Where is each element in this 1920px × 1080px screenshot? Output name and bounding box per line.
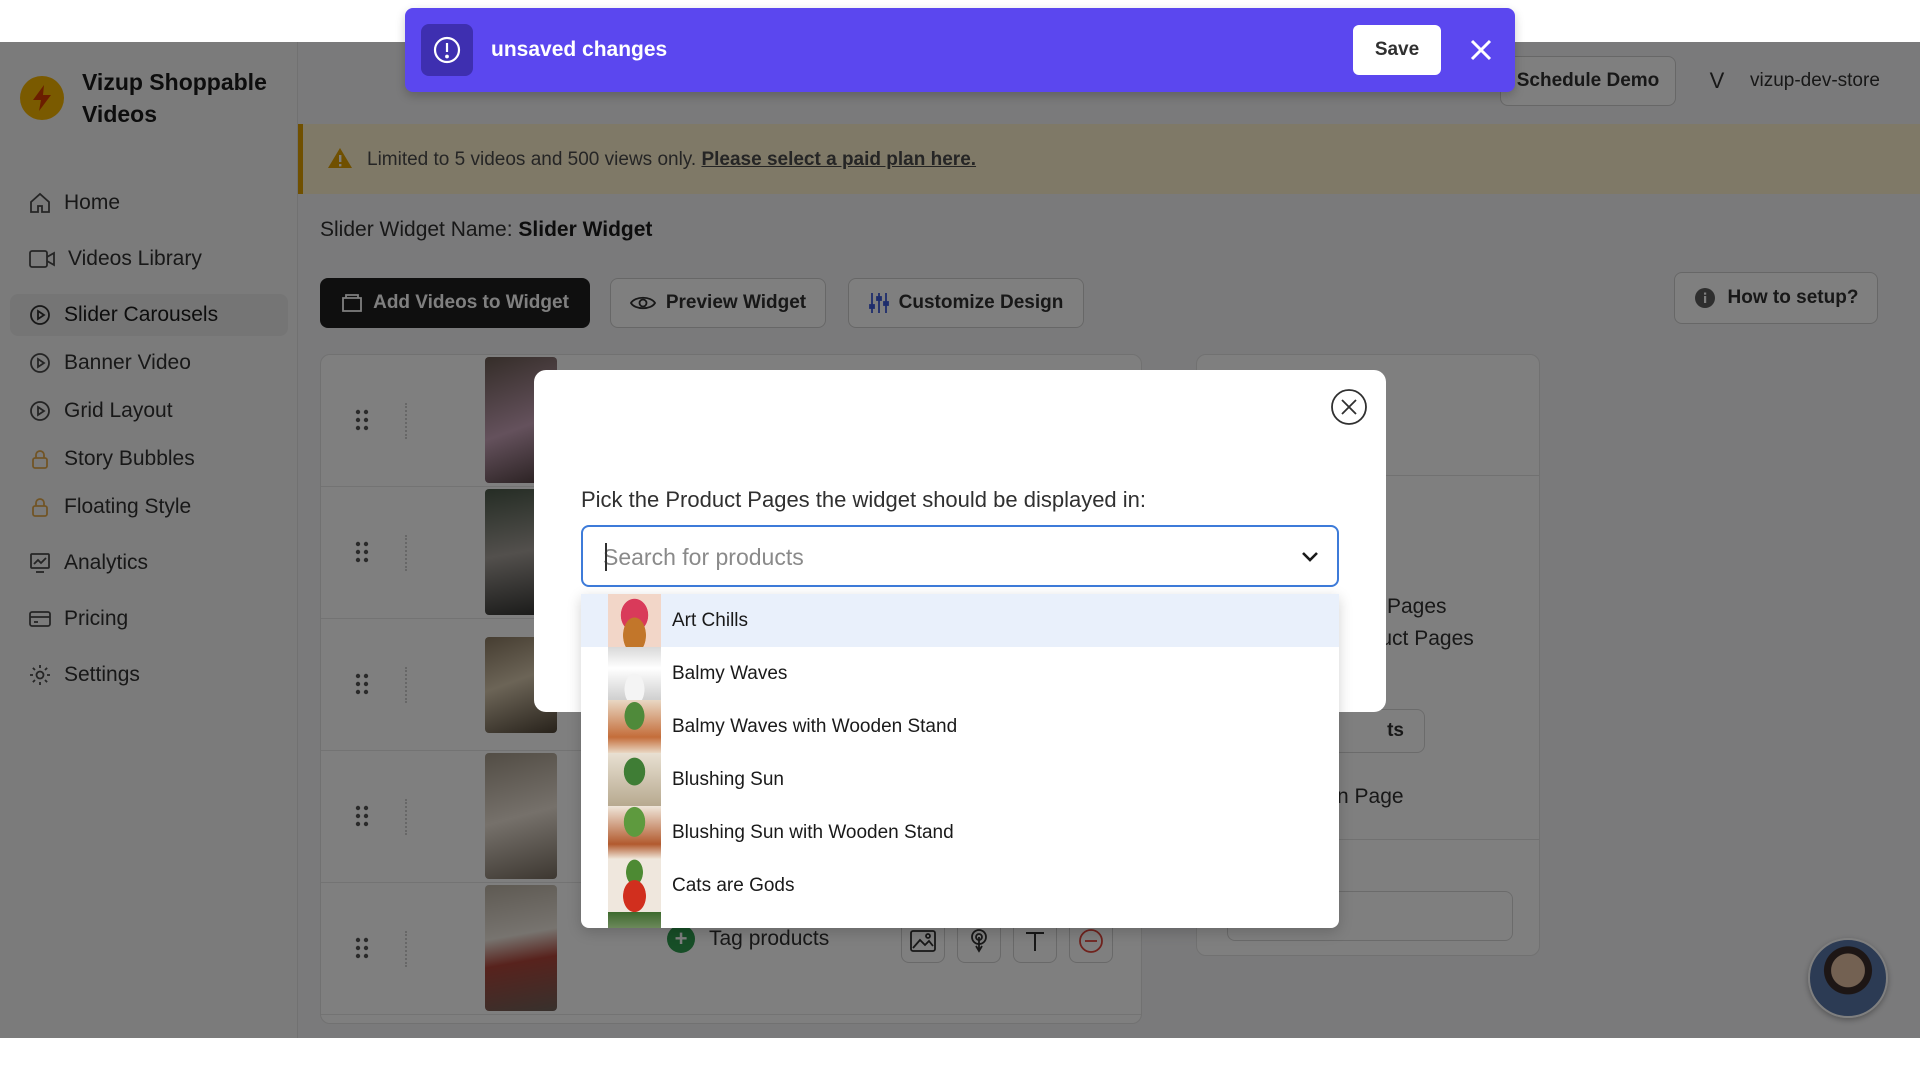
- product-thumbnail: [608, 912, 661, 928]
- text-caret: [605, 543, 607, 571]
- product-thumbnail: [608, 753, 661, 806]
- list-item[interactable]: Balmy Waves: [581, 647, 1339, 700]
- product-thumbnail: [608, 859, 661, 912]
- list-item[interactable]: Art Chills: [581, 594, 1339, 647]
- unsaved-message: unsaved changes: [491, 38, 668, 61]
- product-dropdown: Art Chills Balmy Waves Balmy Waves with …: [581, 594, 1339, 928]
- chevron-down-icon[interactable]: [1299, 545, 1321, 567]
- list-item[interactable]: Blushing Sun with Wooden Stand: [581, 806, 1339, 859]
- save-button[interactable]: Save: [1353, 25, 1441, 75]
- close-circle-icon[interactable]: [1330, 388, 1368, 426]
- close-icon[interactable]: [1465, 34, 1497, 66]
- product-search-combobox[interactable]: [581, 525, 1339, 587]
- list-item[interactable]: Blushing Sun: [581, 753, 1339, 806]
- list-item[interactable]: [581, 912, 1339, 928]
- unsaved-changes-bar: unsaved changes Save: [405, 8, 1515, 92]
- list-item[interactable]: Balmy Waves with Wooden Stand: [581, 700, 1339, 753]
- alert-icon: [421, 24, 473, 76]
- product-name: Art Chills: [672, 610, 749, 631]
- product-name: Balmy Waves with Wooden Stand: [672, 716, 958, 737]
- product-name: Blushing Sun with Wooden Stand: [672, 822, 954, 843]
- product-thumbnail: [608, 700, 661, 753]
- product-thumbnail: [608, 647, 661, 700]
- product-search-input[interactable]: [603, 539, 1263, 575]
- product-thumbnail: [608, 806, 661, 859]
- product-thumbnail: [608, 594, 661, 647]
- modal-label: Pick the Product Pages the widget should…: [581, 487, 1147, 512]
- product-name: Blushing Sun: [672, 769, 784, 790]
- product-name: Cats are Gods: [672, 875, 795, 896]
- product-name: Balmy Waves: [672, 663, 788, 684]
- list-item[interactable]: Cats are Gods: [581, 859, 1339, 912]
